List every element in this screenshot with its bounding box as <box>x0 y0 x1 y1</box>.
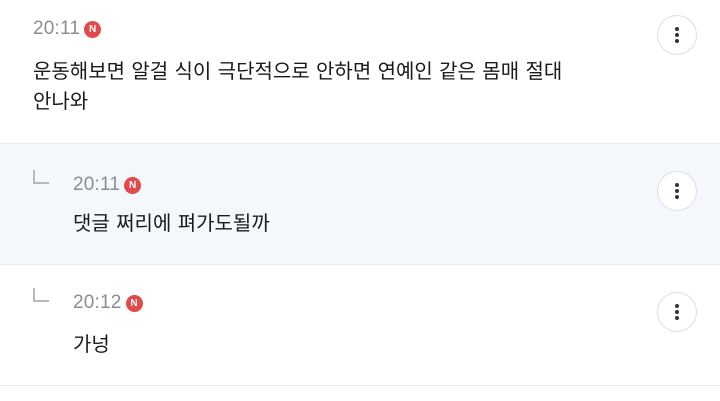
comment-text: 가넝 <box>73 332 110 356</box>
comment-list: 20:11 N 운동해보면 알걸 식이 극단적으로 안하면 연예인 같은 몸매 … <box>0 0 720 401</box>
comment-meta: 20:12 N <box>73 292 143 314</box>
reply-comment-item: 20:11 N 댓글 쩌리에 펴가도될까 <box>0 144 720 265</box>
new-badge-icon: N <box>124 176 142 194</box>
more-vertical-icon <box>675 183 679 199</box>
comment-text: 운동해보면 알걸 식이 극단적으로 안하면 연예인 같은 몸매 절대 안나와 <box>33 59 563 113</box>
more-vertical-icon <box>675 27 679 43</box>
comment-text: 댓글 쩌리에 펴가도될까 <box>73 211 270 235</box>
comment-item: 20:11 N 운동해보면 알걸 식이 극단적으로 안하면 연예인 같은 몸매 … <box>0 0 720 144</box>
comment-time: 20:11 <box>73 174 121 195</box>
more-options-button[interactable] <box>657 171 697 211</box>
more-options-button[interactable] <box>657 292 697 332</box>
more-vertical-icon <box>675 304 679 320</box>
reply-comment-item: 20:12 N 가넝 <box>0 265 720 386</box>
comment-time: 20:12 <box>73 292 122 313</box>
new-badge-icon: N <box>84 20 102 38</box>
reply-arrow-icon <box>33 288 49 302</box>
new-badge-icon: N <box>125 294 143 312</box>
reply-arrow-icon <box>33 170 49 184</box>
comment-meta: 20:11 N <box>73 174 142 196</box>
more-options-button[interactable] <box>657 15 697 55</box>
comment-meta: 20:11 N <box>33 18 102 40</box>
comment-time: 20:11 <box>33 18 81 39</box>
